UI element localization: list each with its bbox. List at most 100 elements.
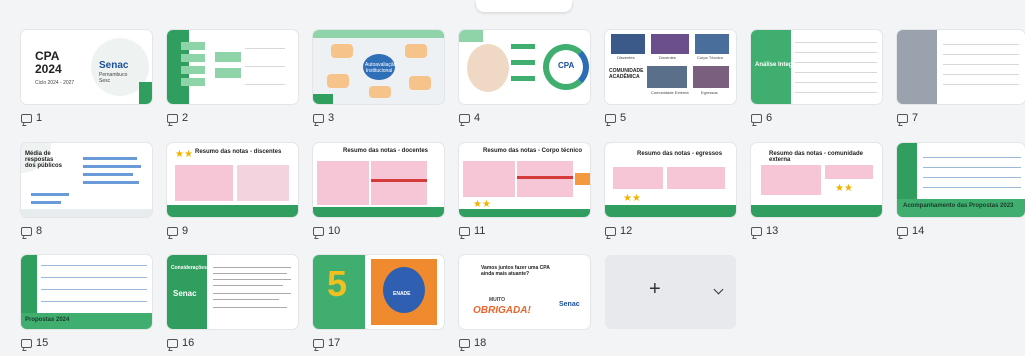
top-handle xyxy=(476,0,572,12)
slide-number: 9 xyxy=(182,225,189,237)
slide-thumbnail-1[interactable]: CPA 2024 Ciclo 2024 - 2027 Senac Pernamb… xyxy=(21,30,152,125)
slide-center-text: Autoavaliação Institucional xyxy=(365,62,397,74)
slide-number: 16 xyxy=(182,337,195,349)
star-icon: ★★ xyxy=(175,149,193,160)
speaker-notes-icon xyxy=(605,226,616,236)
slide-thumbnail-18[interactable]: Vamos juntos fazer uma CPA ainda mais at… xyxy=(459,255,590,350)
slide-thumbnail-4[interactable]: CPA 4 xyxy=(459,30,590,125)
slide-title: Considerações xyxy=(171,265,207,271)
slide-title: Análise Integral xyxy=(755,62,800,68)
slide-number: 5 xyxy=(620,112,627,124)
slide-number: 2 xyxy=(182,112,189,124)
plus-icon[interactable]: + xyxy=(649,279,661,299)
star-icon: ★★ xyxy=(623,193,641,204)
slide-thumbnail-9[interactable]: Resumo das notas - discentes ★★ 9 xyxy=(167,143,298,238)
slide-thumbnail-16[interactable]: Considerações Senac 16 xyxy=(167,255,298,350)
speaker-notes-icon xyxy=(897,113,908,123)
slide-preview[interactable]: Considerações Senac xyxy=(167,255,298,329)
slide-title: Vamos juntos fazer uma CPA ainda mais at… xyxy=(481,265,550,277)
speaker-notes-icon xyxy=(459,226,470,236)
slide-preview[interactable]: Autoavaliação Institucional xyxy=(313,30,444,104)
slide-label: 4 xyxy=(459,111,590,125)
speaker-notes-icon xyxy=(459,338,470,348)
slide-label: 11 xyxy=(459,224,590,238)
slide-label: 13 xyxy=(751,224,882,238)
slide-subtitle: Ciclo 2024 - 2027 xyxy=(35,80,75,86)
slide-thumbnail-5[interactable]: Discentes Docentes Corpo Técnico COMUNID… xyxy=(605,30,736,125)
slide-label: 7 xyxy=(897,111,1025,125)
slide-preview[interactable]: Resumo das notas - discentes ★★ xyxy=(167,143,298,217)
speaker-notes-icon xyxy=(897,226,908,236)
photo-caption: Egressos xyxy=(701,90,718,95)
chevron-down-icon[interactable] xyxy=(713,284,724,295)
slide-thumbnail-13[interactable]: Resumo das notas - comunidade externa ★★… xyxy=(751,143,882,238)
slide-thumbnail-11[interactable]: Resumo das notas - Corpo técnico ★★ 11 xyxy=(459,143,590,238)
badge-text: ENADE xyxy=(393,291,411,297)
slide-preview[interactable]: 5 ENADE xyxy=(313,255,444,329)
slide-label: 15 xyxy=(21,336,152,350)
photo-caption: Discentes xyxy=(617,55,635,60)
slide-title: CPA 2024 xyxy=(35,49,62,76)
slide-thumbnail-3[interactable]: Autoavaliação Institucional 3 xyxy=(313,30,444,125)
slide-thumbnail-8[interactable]: Média de respostas dos públicos 8 xyxy=(21,143,152,238)
photo-caption: Corpo Técnico xyxy=(697,55,723,60)
slide-number: 6 xyxy=(766,112,773,124)
photo-caption: Docentes xyxy=(659,55,676,60)
slide-label: 18 xyxy=(459,336,590,350)
slide-title: Propostas 2024 xyxy=(25,317,70,323)
speaker-notes-icon xyxy=(21,338,32,348)
slide-label: 1 xyxy=(21,111,152,125)
add-slide-button[interactable]: + xyxy=(605,255,736,329)
slide-label: 5 xyxy=(605,111,736,125)
slide-preview[interactable] xyxy=(167,30,298,104)
slide-preview[interactable]: Média de respostas dos públicos xyxy=(21,143,152,217)
slide-label: 12 xyxy=(605,224,736,238)
slide-preview[interactable] xyxy=(897,30,1025,104)
slide-number: 14 xyxy=(912,225,925,237)
slide-preview[interactable]: Resumo das notas - egressos ★★ xyxy=(605,143,736,217)
slide-thumbnail-12[interactable]: Resumo das notas - egressos ★★ 12 xyxy=(605,143,736,238)
slide-label: 3 xyxy=(313,111,444,125)
slide-number: 12 xyxy=(620,225,633,237)
slide-preview[interactable]: Discentes Docentes Corpo Técnico COMUNID… xyxy=(605,30,736,104)
photo-caption: Comunidade Externa xyxy=(651,90,689,95)
slide-number: 11 xyxy=(474,225,486,237)
slide-title: Resumo das notas - egressos xyxy=(637,151,723,157)
slide-number: 18 xyxy=(474,337,487,349)
slide-label: 10 xyxy=(313,224,444,238)
speaker-notes-icon xyxy=(751,113,762,123)
slide-title: COMUNIDADE ACADÊMICA xyxy=(609,68,644,80)
slide-number: 7 xyxy=(912,112,919,124)
slide-title: Acompanhamento das Propostas 2023 xyxy=(903,203,1014,209)
slide-thumbnail-6[interactable]: Análise Integral 6 xyxy=(751,30,882,125)
speaker-notes-icon xyxy=(313,338,324,348)
slide-thumbnail-7[interactable]: 7 xyxy=(897,30,1025,125)
slide-preview[interactable]: Vamos juntos fazer uma CPA ainda mais at… xyxy=(459,255,590,329)
slide-thumbnail-10[interactable]: Resumo das notas - docentes 10 xyxy=(313,143,444,238)
speaker-notes-icon xyxy=(605,113,616,123)
slide-number: 10 xyxy=(328,225,341,237)
slide-preview[interactable]: Análise Integral xyxy=(751,30,882,104)
big-number: 5 xyxy=(327,263,348,304)
slide-preview[interactable]: Resumo das notas - Corpo técnico ★★ xyxy=(459,143,590,217)
slide-thumbnail-17[interactable]: 5 ENADE 17 xyxy=(313,255,444,350)
speaker-notes-icon xyxy=(459,113,470,123)
slide-preview[interactable]: Resumo das notas - comunidade externa ★★ xyxy=(751,143,882,217)
slide-thumbnail-2[interactable]: 2 xyxy=(167,30,298,125)
slide-title: Resumo das notas - comunidade externa xyxy=(769,151,864,163)
slide-thumbnail-15[interactable]: Propostas 2024 15 xyxy=(21,255,152,350)
slide-label: 17 xyxy=(313,336,444,350)
slide-label: 8 xyxy=(21,224,152,238)
speaker-notes-icon xyxy=(167,226,178,236)
slide-preview[interactable]: CPA 2024 Ciclo 2024 - 2027 Senac Pernamb… xyxy=(21,30,152,104)
slide-number: 13 xyxy=(766,225,779,237)
slide-number: 3 xyxy=(328,112,335,124)
slide-preview[interactable]: Propostas 2024 xyxy=(21,255,152,329)
slide-preview[interactable]: Resumo das notas - docentes xyxy=(313,143,444,217)
slide-thumbnail-14[interactable]: Acompanhamento das Propostas 2023 14 xyxy=(897,143,1025,238)
slide-preview[interactable]: Acompanhamento das Propostas 2023 xyxy=(897,143,1025,217)
slide-label: 2 xyxy=(167,111,298,125)
speaker-notes-icon xyxy=(21,113,32,123)
speaker-notes-icon xyxy=(167,338,178,348)
slide-preview[interactable]: CPA xyxy=(459,30,590,104)
